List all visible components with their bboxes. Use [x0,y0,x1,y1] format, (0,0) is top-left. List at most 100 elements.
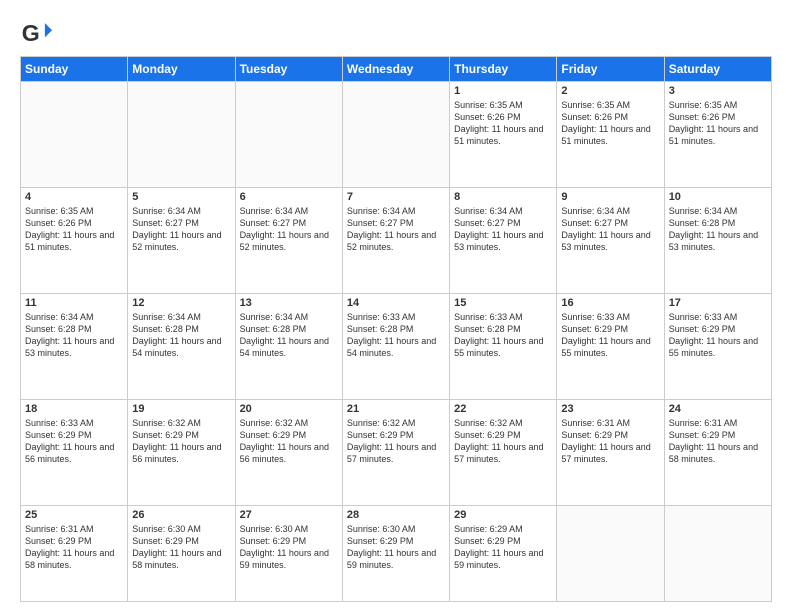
calendar-cell: 17 Sunrise: 6:33 AM Sunset: 6:29 PM Dayli… [664,293,771,399]
day-number: 14 [347,297,445,309]
day-number: 26 [132,509,230,521]
day-number: 1 [454,85,552,97]
calendar-cell: 28 Sunrise: 6:30 AM Sunset: 6:29 PM Dayli… [342,505,449,601]
week-row-2: 11 Sunrise: 6:34 AM Sunset: 6:28 PM Dayli… [21,293,772,399]
day-info: Sunrise: 6:33 AM Sunset: 6:29 PM Dayligh… [561,311,659,360]
day-number: 29 [454,509,552,521]
weekday-header-monday: Monday [128,57,235,82]
calendar-cell: 12 Sunrise: 6:34 AM Sunset: 6:28 PM Dayli… [128,293,235,399]
weekday-header-saturday: Saturday [664,57,771,82]
day-number: 27 [240,509,338,521]
week-row-3: 18 Sunrise: 6:33 AM Sunset: 6:29 PM Dayli… [21,399,772,505]
day-info: Sunrise: 6:32 AM Sunset: 6:29 PM Dayligh… [132,417,230,466]
weekday-header-tuesday: Tuesday [235,57,342,82]
calendar-cell: 26 Sunrise: 6:30 AM Sunset: 6:29 PM Dayli… [128,505,235,601]
day-number: 24 [669,403,767,415]
calendar-cell [128,82,235,188]
day-info: Sunrise: 6:34 AM Sunset: 6:28 PM Dayligh… [240,311,338,360]
day-number: 3 [669,85,767,97]
calendar-cell: 20 Sunrise: 6:32 AM Sunset: 6:29 PM Dayli… [235,399,342,505]
day-number: 10 [669,191,767,203]
day-info: Sunrise: 6:29 AM Sunset: 6:29 PM Dayligh… [454,523,552,572]
week-row-0: 1 Sunrise: 6:35 AM Sunset: 6:26 PM Daylig… [21,82,772,188]
day-number: 20 [240,403,338,415]
day-info: Sunrise: 6:31 AM Sunset: 6:29 PM Dayligh… [561,417,659,466]
day-number: 4 [25,191,123,203]
header: G [20,16,772,48]
weekday-header-thursday: Thursday [450,57,557,82]
calendar-cell [557,505,664,601]
calendar-cell: 9 Sunrise: 6:34 AM Sunset: 6:27 PM Daylig… [557,187,664,293]
calendar-cell: 23Sunrise: 6:31 AM Sunset: 6:29 PM Dayli… [557,399,664,505]
day-info: Sunrise: 6:34 AM Sunset: 6:28 PM Dayligh… [669,205,767,254]
svg-text:G: G [22,20,40,46]
calendar-cell: 10 Sunrise: 6:34 AM Sunset: 6:28 PM Dayli… [664,187,771,293]
day-info: Sunrise: 6:34 AM Sunset: 6:27 PM Dayligh… [132,205,230,254]
calendar-cell: 21Sunrise: 6:32 AM Sunset: 6:29 PM Dayli… [342,399,449,505]
day-info: Sunrise: 6:34 AM Sunset: 6:27 PM Dayligh… [454,205,552,254]
day-info: Sunrise: 6:30 AM Sunset: 6:29 PM Dayligh… [240,523,338,572]
day-number: 11 [25,297,123,309]
week-row-4: 25 Sunrise: 6:31 AM Sunset: 6:29 PM Dayli… [21,505,772,601]
day-info: Sunrise: 6:34 AM Sunset: 6:27 PM Dayligh… [347,205,445,254]
day-info: Sunrise: 6:33 AM Sunset: 6:29 PM Dayligh… [25,417,123,466]
day-info: Sunrise: 6:32 AM Sunset: 6:29 PM Dayligh… [240,417,338,466]
calendar-cell: 15Sunrise: 6:33 AM Sunset: 6:28 PM Dayli… [450,293,557,399]
calendar-cell: 3 Sunrise: 6:35 AM Sunset: 6:26 PM Daylig… [664,82,771,188]
calendar-cell [342,82,449,188]
day-info: Sunrise: 6:33 AM Sunset: 6:29 PM Dayligh… [669,311,767,360]
calendar-cell: 8 Sunrise: 6:34 AM Sunset: 6:27 PM Daylig… [450,187,557,293]
calendar-cell: 11Sunrise: 6:34 AM Sunset: 6:28 PM Dayli… [21,293,128,399]
weekday-header-row: SundayMondayTuesdayWednesdayThursdayFrid… [21,57,772,82]
day-number: 18 [25,403,123,415]
calendar-cell: 18 Sunrise: 6:33 AM Sunset: 6:29 PM Dayli… [21,399,128,505]
calendar-cell [664,505,771,601]
day-info: Sunrise: 6:33 AM Sunset: 6:28 PM Dayligh… [347,311,445,360]
calendar-cell: 24 Sunrise: 6:31 AM Sunset: 6:29 PM Dayli… [664,399,771,505]
day-info: Sunrise: 6:35 AM Sunset: 6:26 PM Dayligh… [454,99,552,148]
day-info: Sunrise: 6:35 AM Sunset: 6:26 PM Dayligh… [25,205,123,254]
day-number: 28 [347,509,445,521]
page: G SundayMondayTuesdayWednesdayThursdayFr… [0,0,792,612]
calendar-cell [21,82,128,188]
calendar-cell: 5 Sunrise: 6:34 AM Sunset: 6:27 PM Daylig… [128,187,235,293]
calendar-cell: 6 Sunrise: 6:34 AM Sunset: 6:27 PM Daylig… [235,187,342,293]
day-info: Sunrise: 6:31 AM Sunset: 6:29 PM Dayligh… [25,523,123,572]
day-info: Sunrise: 6:32 AM Sunset: 6:29 PM Dayligh… [454,417,552,466]
day-number: 19 [132,403,230,415]
weekday-header-friday: Friday [557,57,664,82]
day-info: Sunrise: 6:30 AM Sunset: 6:29 PM Dayligh… [132,523,230,572]
day-info: Sunrise: 6:31 AM Sunset: 6:29 PM Dayligh… [669,417,767,466]
calendar-cell [235,82,342,188]
day-number: 17 [669,297,767,309]
calendar-cell: 27 Sunrise: 6:30 AM Sunset: 6:29 PM Dayli… [235,505,342,601]
calendar-cell: 13 Sunrise: 6:34 AM Sunset: 6:28 PM Dayli… [235,293,342,399]
day-info: Sunrise: 6:35 AM Sunset: 6:26 PM Dayligh… [669,99,767,148]
calendar-cell: 29 Sunrise: 6:29 AM Sunset: 6:29 PM Dayli… [450,505,557,601]
day-number: 8 [454,191,552,203]
day-info: Sunrise: 6:34 AM Sunset: 6:27 PM Dayligh… [561,205,659,254]
calendar-cell: 19 Sunrise: 6:32 AM Sunset: 6:29 PM Dayli… [128,399,235,505]
day-info: Sunrise: 6:35 AM Sunset: 6:26 PM Dayligh… [561,99,659,148]
day-number: 21 [347,403,445,415]
logo-icon: G [20,16,52,48]
day-number: 6 [240,191,338,203]
day-number: 7 [347,191,445,203]
day-info: Sunrise: 6:30 AM Sunset: 6:29 PM Dayligh… [347,523,445,572]
day-number: 9 [561,191,659,203]
day-number: 12 [132,297,230,309]
day-info: Sunrise: 6:34 AM Sunset: 6:27 PM Dayligh… [240,205,338,254]
day-number: 13 [240,297,338,309]
weekday-header-sunday: Sunday [21,57,128,82]
day-number: 15 [454,297,552,309]
day-info: Sunrise: 6:34 AM Sunset: 6:28 PM Dayligh… [132,311,230,360]
calendar-table: SundayMondayTuesdayWednesdayThursdayFrid… [20,56,772,602]
day-number: 5 [132,191,230,203]
calendar-cell: 2Sunrise: 6:35 AM Sunset: 6:26 PM Daylig… [557,82,664,188]
calendar-cell: 7 Sunrise: 6:34 AM Sunset: 6:27 PM Daylig… [342,187,449,293]
calendar-cell: 14 Sunrise: 6:33 AM Sunset: 6:28 PM Dayli… [342,293,449,399]
calendar-cell: 25 Sunrise: 6:31 AM Sunset: 6:29 PM Dayli… [21,505,128,601]
logo: G [20,16,56,48]
day-number: 25 [25,509,123,521]
day-number: 16 [561,297,659,309]
